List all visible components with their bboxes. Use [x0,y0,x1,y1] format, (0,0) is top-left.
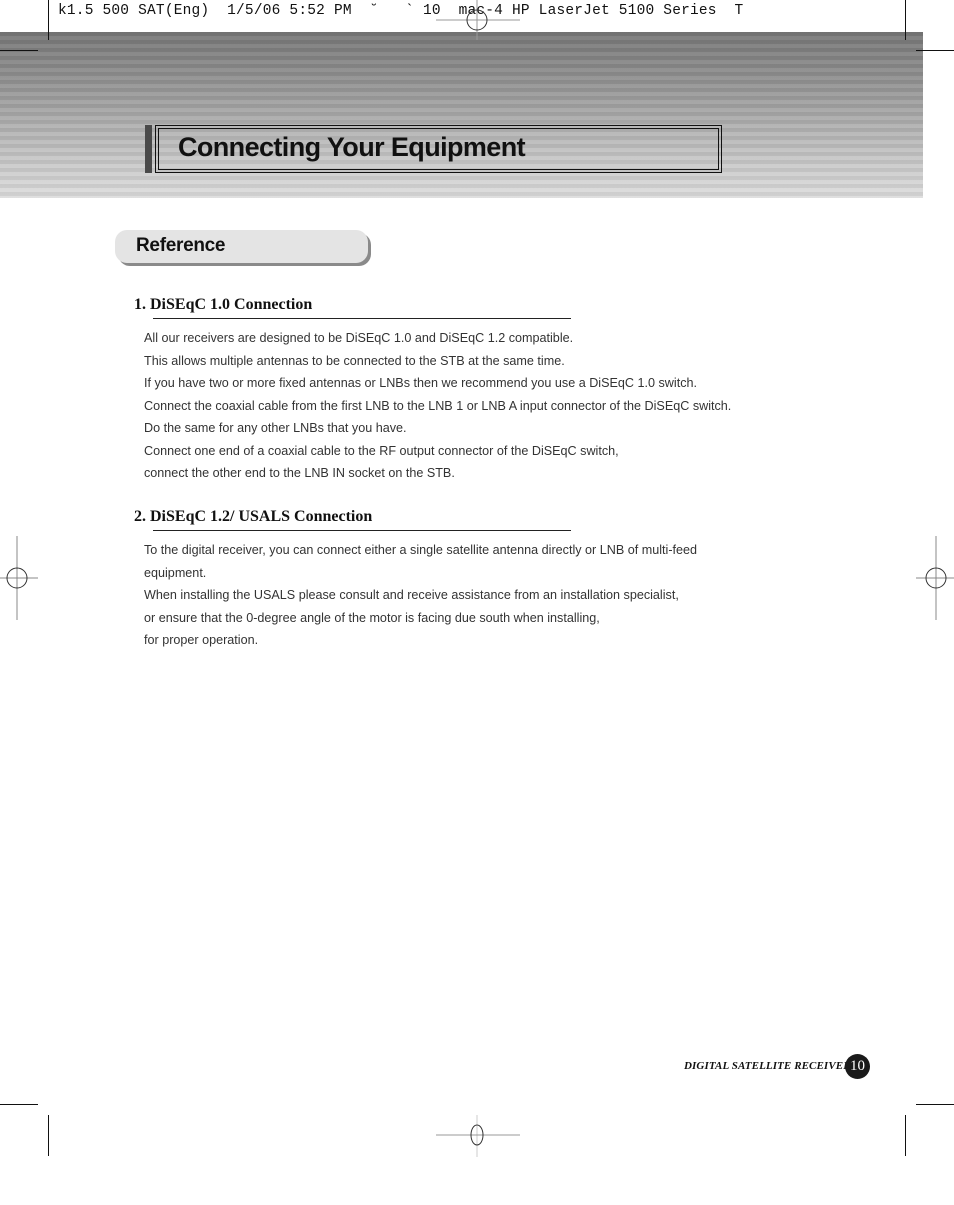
section-heading-diseqc-1-2-usals: 2. DiSEqC 1.2/ USALS Connection [134,508,373,525]
body-line: This allows multiple antennas to be conn… [144,353,565,368]
section-body-diseqc-1-2-usals: To the digital receiver, you can connect… [144,539,697,652]
crop-mark-top-right-horizontal [916,50,954,51]
body-line: To the digital receiver, you can connect… [144,543,698,557]
page-number-badge: 10 [845,1054,870,1079]
title-accent-bar [145,125,152,173]
crop-mark-top-left-vertical [48,0,49,40]
header-band [0,32,923,198]
section-heading-diseqc-1-0: 1. DiSEqC 1.0 Connection [134,296,313,313]
body-line: Connect one end of a coaxial cable to th… [144,443,619,458]
body-line: Connect the coaxial cable from the first… [144,398,732,413]
section-heading-rule [153,530,571,531]
body-line: equipment. [144,565,207,580]
page-title: Connecting Your Equipment [178,132,526,162]
footer-product-name: DIGITAL SATELLITE RECEIVER [684,1060,851,1072]
crop-mark-bottom-left-vertical [48,1115,49,1156]
crop-mark-top-left-horizontal [0,50,38,51]
body-line: connect the other end to the LNB IN sock… [144,466,455,480]
body-line: or ensure that the 0-degree angle of the… [144,610,600,625]
crop-mark-bottom-right-vertical [905,1115,906,1156]
section-tab-label: Reference [136,235,226,256]
registration-mark-bottom-icon [436,1115,520,1157]
section-heading-rule [153,318,571,319]
body-line: Do the same for any other LNBs that you … [144,421,407,435]
crop-mark-bottom-left-horizontal [0,1104,38,1105]
registration-mark-left-icon [0,536,38,620]
body-line: When installing the USALS please consult… [144,588,679,602]
registration-mark-right-icon [916,536,954,620]
body-line: All our receivers are designed to be DiS… [144,331,574,345]
print-slug-line: k1.5 500 SAT(Eng) 1/5/06 5:52 PM ˘ ` 10 … [58,3,744,19]
body-line: If you have two or more fixed antennas o… [144,376,697,390]
registration-mark-top-icon [436,0,520,40]
crop-mark-bottom-right-horizontal [916,1104,954,1105]
section-body-diseqc-1-0: All our receivers are designed to be DiS… [144,327,731,485]
crop-mark-top-right-vertical [905,0,906,40]
body-line: for proper operation. [144,633,259,647]
